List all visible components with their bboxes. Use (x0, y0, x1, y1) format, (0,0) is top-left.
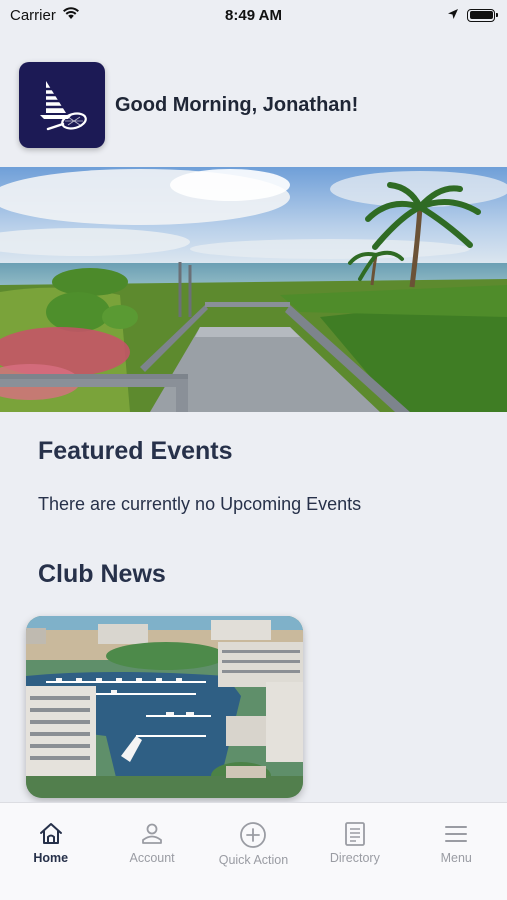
status-bar: Carrier 8:49 AM (0, 0, 507, 30)
status-left: Carrier (10, 6, 80, 24)
no-events-message: There are currently no Upcoming Events (38, 494, 362, 514)
directory-icon (344, 822, 365, 846)
tab-home[interactable]: Home (0, 803, 101, 900)
battery-icon (467, 8, 498, 22)
location-arrow-icon (447, 7, 459, 24)
sailboat-racket-icon (40, 81, 87, 131)
club-logo (19, 62, 105, 148)
club-news-card[interactable] (26, 616, 303, 798)
menu-icon (445, 826, 468, 842)
tab-quick-action[interactable]: Quick Action (203, 803, 304, 900)
tab-menu[interactable]: Menu (406, 803, 507, 900)
tab-directory-label: Directory (329, 851, 380, 865)
person-icon (142, 823, 162, 844)
wifi-icon (62, 6, 80, 24)
club-news-title: Club News (38, 560, 166, 588)
tab-menu-label: Menu (440, 851, 472, 865)
tab-account-label: Account (129, 851, 175, 865)
bottom-tab-bar: Home Account Quick Action Directory Menu (0, 802, 507, 900)
header: Good Morning, Jonathan! (19, 62, 358, 148)
greeting-text: Good Morning, Jonathan! (115, 93, 359, 116)
plus-circle-icon (240, 822, 267, 848)
tab-quick-action-label: Quick Action (218, 853, 289, 867)
marina-image (26, 616, 303, 798)
hero-beach-image (0, 167, 507, 412)
carrier-label: Carrier (10, 6, 56, 24)
tab-home-label: Home (33, 851, 69, 865)
tab-account[interactable]: Account (102, 803, 203, 900)
tab-directory[interactable]: Directory (304, 803, 405, 900)
featured-events-title: Featured Events (38, 437, 233, 465)
status-right (447, 7, 498, 24)
home-icon (39, 823, 62, 844)
